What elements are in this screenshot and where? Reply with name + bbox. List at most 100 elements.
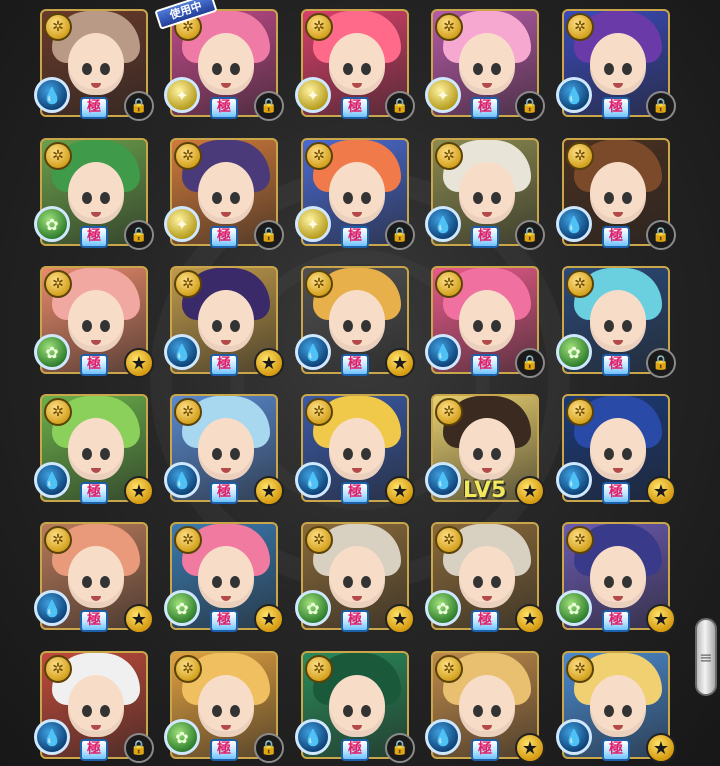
portrait-eye: [212, 448, 222, 460]
gokuu-badge: 極: [471, 610, 499, 632]
favorite-star-icon[interactable]: ★: [254, 476, 284, 506]
lock-icon[interactable]: 🔒: [646, 348, 676, 378]
gokuu-badge: 極: [80, 226, 108, 248]
favorite-star-icon[interactable]: ★: [646, 733, 676, 763]
monster-card[interactable]: ✲ 💧 極 ★: [556, 394, 676, 506]
monster-card[interactable]: ✲ 💧 極 ★: [556, 651, 676, 763]
gokuu-badge: 極: [80, 482, 108, 504]
lock-icon[interactable]: 🔒: [515, 348, 545, 378]
water-element-icon: 💧: [34, 462, 70, 498]
monster-card[interactable]: ✲ ✿ 極 ★: [34, 266, 154, 378]
monster-card[interactable]: ✲ 💧 極 ★: [295, 394, 415, 506]
portrait-eye: [622, 320, 632, 332]
favorite-star-icon[interactable]: ★: [385, 348, 415, 378]
wood-element-icon: ✿: [34, 334, 70, 370]
rank-badge-icon: ✲: [435, 398, 463, 426]
favorite-star-icon[interactable]: ★: [646, 476, 676, 506]
gokuu-badge: 極: [210, 226, 238, 248]
monster-card[interactable]: ✲ 💧 極 🔒: [556, 138, 676, 250]
monster-card[interactable]: ✲ ✦ 極 🔒: [295, 9, 415, 121]
portrait-eye: [491, 576, 501, 588]
gokuu-badge: 極: [471, 354, 499, 376]
water-element-icon: 💧: [556, 719, 592, 755]
favorite-star-icon[interactable]: ★: [254, 604, 284, 634]
favorite-star-icon[interactable]: ★: [515, 604, 545, 634]
rank-badge-icon: ✲: [435, 142, 463, 170]
monster-card[interactable]: ✲ 💧 極 🔒: [425, 266, 545, 378]
favorite-star-icon[interactable]: ★: [385, 476, 415, 506]
lock-icon[interactable]: 🔒: [385, 733, 415, 763]
water-element-icon: 💧: [295, 334, 331, 370]
rank-badge-icon: ✲: [174, 270, 202, 298]
water-element-icon: 💧: [34, 590, 70, 626]
portrait-eye: [622, 63, 632, 75]
monster-card[interactable]: ✲ ✦ 極 🔒: [164, 138, 284, 250]
portrait-eye: [622, 705, 632, 717]
lock-icon[interactable]: 🔒: [515, 91, 545, 121]
monster-card[interactable]: ✲ ✦ 極 🔒 使用中: [154, 0, 284, 121]
lock-icon[interactable]: 🔒: [254, 91, 284, 121]
gokuu-badge: 極: [210, 354, 238, 376]
monster-card[interactable]: ✲ ✿ 極 ★: [425, 522, 545, 634]
lock-icon[interactable]: 🔒: [124, 220, 154, 250]
favorite-star-icon[interactable]: ★: [515, 733, 545, 763]
rank-badge-icon: ✲: [174, 398, 202, 426]
lock-icon[interactable]: 🔒: [385, 220, 415, 250]
gokuu-badge: 極: [341, 226, 369, 248]
portrait-eye: [604, 576, 614, 588]
lock-icon[interactable]: 🔒: [646, 220, 676, 250]
light-element-icon: ✦: [164, 77, 200, 113]
favorite-star-icon[interactable]: ★: [124, 348, 154, 378]
lock-icon[interactable]: 🔒: [124, 733, 154, 763]
monster-card[interactable]: ✲ ✿ 極 🔒: [556, 266, 676, 378]
monster-card[interactable]: ✲ ✿ 極 ★: [556, 522, 676, 634]
gokuu-badge: 極: [471, 97, 499, 119]
monster-card[interactable]: ✲ ✿ 極 🔒: [34, 138, 154, 250]
monster-card[interactable]: ✲ ✿ 極 ★: [295, 522, 415, 634]
favorite-star-icon[interactable]: ★: [124, 476, 154, 506]
rank-badge-icon: ✲: [566, 13, 594, 41]
lock-icon[interactable]: 🔒: [515, 220, 545, 250]
lock-icon[interactable]: 🔒: [254, 733, 284, 763]
portrait-eye: [473, 448, 483, 460]
favorite-star-icon[interactable]: ★: [124, 604, 154, 634]
lock-icon[interactable]: 🔒: [646, 91, 676, 121]
monster-card[interactable]: ✲ 💧 極 ★: [34, 394, 154, 506]
rank-badge-icon: ✲: [44, 142, 72, 170]
favorite-star-icon[interactable]: ★: [385, 604, 415, 634]
gokuu-badge: 極: [341, 739, 369, 761]
wood-element-icon: ✿: [425, 590, 461, 626]
lock-icon[interactable]: 🔒: [124, 91, 154, 121]
lock-icon[interactable]: 🔒: [254, 220, 284, 250]
monster-card[interactable]: ✲ 💧 LV5 ★: [425, 394, 545, 506]
favorite-star-icon[interactable]: ★: [254, 348, 284, 378]
monster-card[interactable]: ✲ 💧 極 🔒: [556, 9, 676, 121]
monster-card[interactable]: ✲ 💧 極 ★: [425, 651, 545, 763]
monster-card[interactable]: ✲ 💧 極 ★: [164, 394, 284, 506]
monster-card[interactable]: ✲ 💧 極 🔒: [295, 651, 415, 763]
rank-badge-icon: ✲: [566, 655, 594, 683]
favorite-star-icon[interactable]: ★: [515, 476, 545, 506]
lock-icon[interactable]: 🔒: [385, 91, 415, 121]
portrait-eye: [230, 448, 240, 460]
favorite-star-icon[interactable]: ★: [646, 604, 676, 634]
monster-card[interactable]: ✲ 💧 極 🔒: [425, 138, 545, 250]
wood-element-icon: ✿: [556, 590, 592, 626]
rank-badge-icon: ✲: [305, 526, 333, 554]
portrait-eye: [343, 576, 353, 588]
monster-card[interactable]: ✲ ✦ 極 🔒: [425, 9, 545, 121]
monster-card[interactable]: ✲ 💧 極 ★: [164, 266, 284, 378]
gokuu-badge: 極: [80, 739, 108, 761]
monster-card[interactable]: ✲ 💧 極 🔒: [34, 651, 154, 763]
portrait-eye: [361, 320, 371, 332]
monster-card[interactable]: ✲ ✿ 極 ★: [164, 522, 284, 634]
monster-card[interactable]: ✲ 💧 極 ★: [34, 522, 154, 634]
portrait-eye: [343, 63, 353, 75]
gokuu-badge: 極: [210, 97, 238, 119]
monster-card[interactable]: ✲ ✦ 極 🔒: [295, 138, 415, 250]
monster-card[interactable]: ✲ 💧 極 ★: [295, 266, 415, 378]
wood-element-icon: ✿: [34, 206, 70, 242]
monster-card[interactable]: ✲ ✿ 極 🔒: [164, 651, 284, 763]
monster-card[interactable]: ✲ 💧 極 🔒: [34, 9, 154, 121]
scrollbar-handle[interactable]: ≡: [695, 618, 717, 696]
